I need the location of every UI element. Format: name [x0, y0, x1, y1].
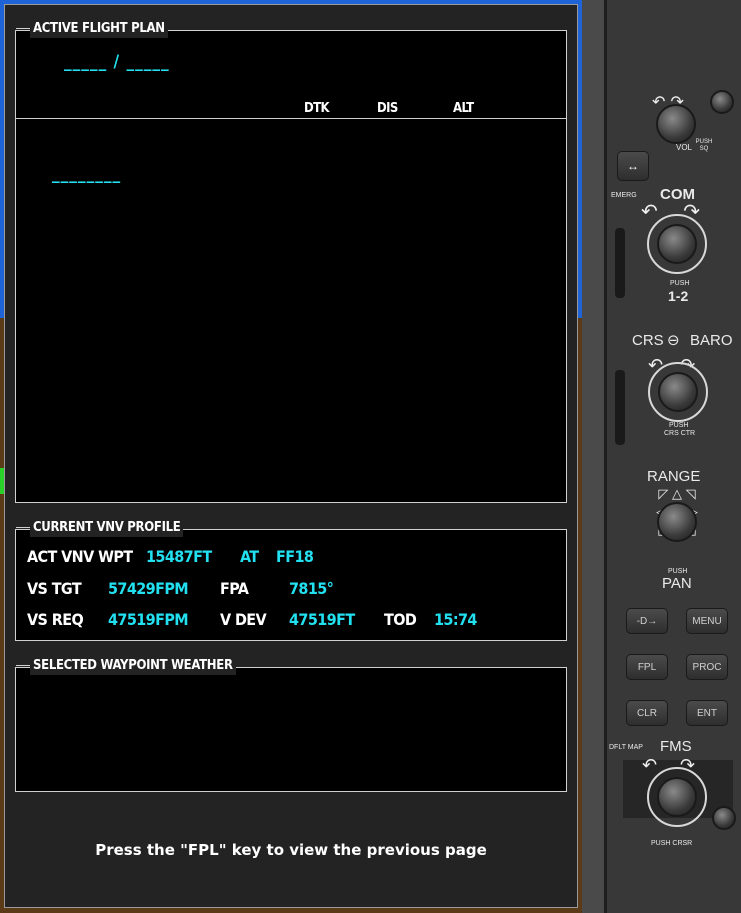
tod-label: TOD — [384, 610, 417, 629]
tod-value: 15:74 — [434, 610, 477, 629]
active-flight-plan-title: ACTIVE FLIGHT PLAN — [16, 20, 168, 38]
fms-aux-knob[interactable] — [712, 806, 736, 830]
column-header-dtk: DTK — [304, 101, 330, 116]
ent-button[interactable]: ENT — [686, 700, 728, 726]
proc-button[interactable]: PROC — [686, 654, 728, 680]
active-flight-plan-panel: ACTIVE FLIGHT PLAN _____ / _____ DTK DIS… — [15, 20, 567, 503]
push-crsr-label: PUSH CRSR — [651, 840, 693, 847]
vnv-profile-title: CURRENT VNV PROFILE — [15, 519, 184, 537]
vol-aux-knob[interactable] — [710, 90, 734, 114]
swap-arrows-icon: ↔ — [627, 159, 639, 173]
crs-push-label: PUSH — [669, 422, 689, 429]
vs-req-label: VS REQ — [27, 610, 84, 629]
waypoint-weather-panel: SELECTED WAYPOINT WEATHER — [15, 657, 567, 792]
range-label: RANGE — [647, 468, 701, 485]
footer-hint: Press the "FPL" key to view the previous… — [95, 841, 487, 859]
com-side-slot — [615, 228, 625, 298]
vol-label: VOL — [676, 143, 693, 152]
direct-to-icon: -D→ — [636, 615, 658, 627]
com-inner-knob[interactable] — [657, 224, 697, 264]
crs-triangle-icon: ⊖ — [667, 332, 680, 349]
act-vnv-at-label: AT — [240, 547, 259, 566]
pan-push-label: PUSH — [668, 568, 688, 575]
fms-label: FMS — [660, 738, 692, 755]
clr-button[interactable]: CLR — [626, 700, 668, 726]
column-header-dis: DIS — [377, 101, 398, 116]
com-12-label: 1-2 — [668, 288, 689, 304]
com-push-label: PUSH — [670, 280, 690, 287]
vs-req-value: 47519FPM — [108, 610, 189, 629]
vdev-value: 47519FT — [289, 610, 355, 629]
act-vnv-waypoint: FF18 — [276, 547, 314, 566]
crs-inner-knob[interactable] — [658, 372, 698, 412]
act-vnv-wpt-label: ACT VNV WPT — [27, 547, 133, 566]
crs-label: CRS — [632, 332, 664, 349]
flight-plan-dialog: ACTIVE FLIGHT PLAN _____ / _____ DTK DIS… — [4, 4, 578, 908]
crs-side-slot — [615, 370, 625, 445]
route-placeholder[interactable]: _____ / _____ — [64, 52, 170, 72]
menu-button[interactable]: MENU — [686, 608, 728, 634]
crs-ctr-label: CRS CTR — [664, 430, 696, 437]
pan-label: PAN — [662, 575, 692, 592]
bezel-side-strip — [582, 0, 604, 913]
vs-tgt-label: VS TGT — [27, 579, 82, 598]
range-pan-joystick[interactable] — [657, 502, 697, 542]
bezel-ridge — [604, 0, 607, 913]
direct-to-button[interactable]: -D→ — [626, 608, 668, 634]
waypoint-weather-title: SELECTED WAYPOINT WEATHER — [16, 657, 236, 675]
fms-inner-knob[interactable] — [657, 777, 697, 817]
header-divider — [16, 118, 566, 119]
vnv-profile-panel: CURRENT VNV PROFILE ACT VNV WPT 15487FT … — [15, 519, 567, 641]
act-vnv-wpt-altitude: 15487FT — [146, 547, 212, 566]
waypoint-placeholder[interactable]: ________ — [52, 164, 121, 184]
emerg-label: EMERG — [611, 192, 637, 199]
baro-label: BARO — [690, 332, 733, 349]
vol-knob[interactable] — [656, 104, 696, 144]
fpl-button[interactable]: FPL — [626, 654, 668, 680]
fpa-value: 7815° — [289, 579, 334, 598]
vol-push-label: PUSH SQ — [695, 139, 713, 152]
column-header-alt: ALT — [453, 101, 474, 116]
fpa-label: FPA — [220, 579, 249, 598]
vdev-label: V DEV — [220, 610, 267, 629]
dflt-map-label: DFLT MAP — [609, 744, 643, 751]
emerg-button[interactable]: ↔ — [617, 151, 649, 181]
vs-tgt-value: 57429FPM — [108, 579, 189, 598]
